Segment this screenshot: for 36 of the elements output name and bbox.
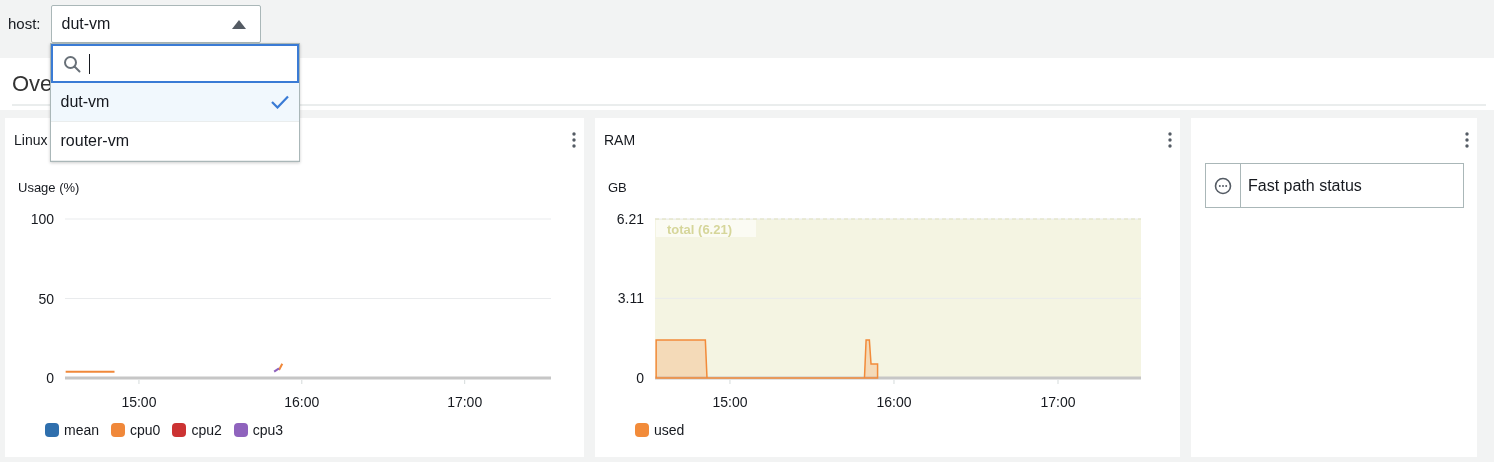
axis-tick-label: 17:00 xyxy=(1040,394,1076,410)
legend-label: used xyxy=(654,422,685,438)
axis-tick-label: 15:00 xyxy=(121,394,157,410)
axis-tick-label: 3.11 xyxy=(617,290,644,307)
host-label: host: xyxy=(8,14,41,34)
more-options-icon[interactable] xyxy=(572,132,576,148)
legend-label: cpu3 xyxy=(252,422,284,438)
dropdown-option[interactable]: router-vm xyxy=(50,122,299,161)
axis-tick-label: 6.21 xyxy=(616,211,644,227)
host-select[interactable]: dut-vm xyxy=(50,5,261,43)
caret-up-icon xyxy=(231,19,246,29)
more-options-icon[interactable] xyxy=(1465,132,1469,148)
axis-label: Usage (%) xyxy=(18,180,80,196)
panel-title: Linux xyxy=(14,131,48,150)
axis-tick-label: 17:00 xyxy=(447,394,483,410)
panel-title: RAM xyxy=(604,131,636,150)
axis-tick-label: 15:00 xyxy=(712,394,748,410)
search-icon xyxy=(62,54,81,73)
legend-label: cpu0 xyxy=(130,422,161,438)
axis-tick-label: 0 xyxy=(636,370,644,386)
more-options-icon[interactable] xyxy=(1168,132,1172,148)
text-cursor xyxy=(88,53,90,74)
dropdown-option[interactable]: dut-vm xyxy=(50,83,299,122)
axis-tick-label: 0 xyxy=(46,370,54,386)
legend-label: cpu2 xyxy=(191,422,222,438)
legend-label: mean xyxy=(64,422,100,438)
status-label: Fast path status xyxy=(1247,176,1362,195)
axis-tick-label: 16:00 xyxy=(284,394,320,410)
axis-tick-label: 16:00 xyxy=(876,394,912,410)
search-field[interactable] xyxy=(50,44,299,83)
axis-label: GB xyxy=(608,180,627,196)
axis-tick-label: 50 xyxy=(38,290,54,307)
annotation-label: total (6.21) xyxy=(667,222,732,237)
axis-tick-label: 100 xyxy=(30,211,54,227)
checkmark-icon xyxy=(270,95,289,109)
pending-status-icon xyxy=(1214,176,1232,195)
